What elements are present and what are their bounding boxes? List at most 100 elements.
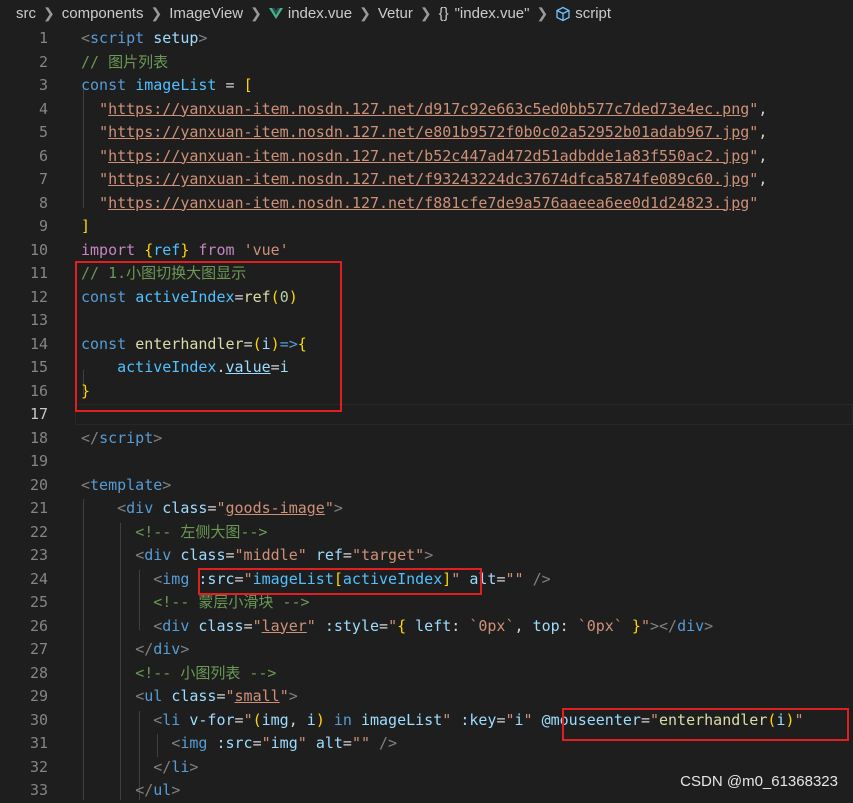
code-line[interactable]: 28 <!-- 小图列表 --> bbox=[0, 662, 853, 686]
code-line[interactable]: 8 "https://yanxuan-item.nosdn.127.net/f8… bbox=[0, 192, 853, 216]
breadcrumb-components[interactable]: components bbox=[62, 5, 144, 22]
code-token: > bbox=[288, 687, 298, 705]
code-line[interactable]: 4 "https://yanxuan-item.nosdn.127.net/d9… bbox=[0, 98, 853, 122]
code-text: const imageList = [ bbox=[81, 74, 253, 98]
breadcrumb-module[interactable]: "index.vue" bbox=[455, 5, 530, 22]
vue-file-icon bbox=[268, 8, 283, 19]
line-number: 32 bbox=[29, 757, 48, 776]
code-token: https://yanxuan-item.nosdn.127.net/e801b… bbox=[108, 123, 750, 141]
line-number: 30 bbox=[29, 710, 48, 729]
code-token: ref bbox=[315, 546, 343, 564]
breadcrumb-src[interactable]: src bbox=[16, 5, 36, 22]
code-editor[interactable]: 1 <script setup> 2// 图片列表 3 const imageList … bbox=[0, 27, 853, 800]
code-token: > bbox=[171, 781, 181, 799]
code-line[interactable]: 23 <div class="middle" ref="target"> bbox=[0, 544, 853, 568]
code-text: "https://yanxuan-item.nosdn.127.net/e801… bbox=[81, 121, 767, 145]
code-line[interactable]: 18 </script> bbox=[0, 427, 853, 451]
code-line[interactable]: 20 <template> bbox=[0, 474, 853, 498]
code-line[interactable]: 22 <!-- 左侧大图--> bbox=[0, 521, 853, 545]
code-token: < bbox=[153, 616, 163, 635]
code-token: } bbox=[631, 616, 641, 635]
line-number: 14 bbox=[29, 334, 48, 353]
code-token: ref bbox=[153, 240, 181, 259]
code-token: class bbox=[180, 546, 226, 564]
code-line[interactable]: 21 <div class="goods-image"> bbox=[0, 497, 853, 521]
code-line[interactable]: 6 "https://yanxuan-item.nosdn.127.net/b5… bbox=[0, 145, 853, 169]
line-number: 2 bbox=[38, 52, 48, 71]
code-token: 'vue' bbox=[243, 240, 289, 259]
code-token: < bbox=[153, 710, 163, 729]
code-token: ( bbox=[252, 710, 262, 729]
code-token: top bbox=[532, 616, 560, 635]
code-line[interactable]: 5 "https://yanxuan-item.nosdn.127.net/e8… bbox=[0, 121, 853, 145]
code-token: from bbox=[198, 240, 235, 259]
line-number: 7 bbox=[38, 170, 48, 188]
code-text: <div class="layer" :style="{ left: `0px`… bbox=[81, 615, 713, 639]
line-number: 23 bbox=[29, 546, 48, 564]
code-token: </ bbox=[153, 757, 172, 776]
line-number: 15 bbox=[29, 358, 48, 376]
line-number: 9 bbox=[38, 217, 48, 235]
code-token: ) bbox=[315, 710, 325, 729]
code-line[interactable]: 29 <ul class="small"> bbox=[0, 685, 853, 709]
code-token: { bbox=[144, 240, 154, 259]
code-text: <template> bbox=[81, 474, 171, 498]
code-token: https://yanxuan-item.nosdn.127.net/f881c… bbox=[108, 193, 750, 212]
code-token: = bbox=[234, 710, 244, 729]
code-token: small bbox=[234, 687, 280, 705]
breadcrumb: src ❯ components ❯ ImageView ❯ index.vue… bbox=[0, 0, 853, 27]
code-token: " bbox=[99, 193, 109, 212]
code-token: , bbox=[758, 146, 768, 165]
code-line[interactable]: 9] bbox=[0, 215, 853, 239]
code-token: ul bbox=[144, 687, 163, 705]
code-token: i bbox=[514, 710, 524, 729]
code-line[interactable]: 27 </div> bbox=[0, 638, 853, 662]
code-token: <!-- 蒙层小滑块 --> bbox=[153, 593, 310, 611]
code-line[interactable]: 26 <div class="layer" :style="{ left: `0… bbox=[0, 615, 853, 639]
code-line[interactable]: 2 // 图片列表 bbox=[0, 51, 853, 75]
line-number: 10 bbox=[29, 240, 48, 259]
line-number: 5 bbox=[38, 123, 48, 141]
code-token: " bbox=[252, 616, 262, 635]
breadcrumb-file[interactable]: index.vue bbox=[288, 5, 352, 22]
code-token: = bbox=[216, 76, 244, 94]
code-token: " bbox=[640, 616, 650, 635]
line-number: 1 bbox=[38, 29, 48, 47]
code-token: import bbox=[81, 240, 136, 259]
code-token: " bbox=[216, 499, 226, 517]
chevron-right-icon: ❯ bbox=[536, 5, 549, 21]
code-token: [ bbox=[243, 76, 253, 94]
braces-icon: {} bbox=[438, 5, 449, 22]
code-line[interactable]: 1 <script setup> bbox=[0, 27, 853, 51]
breadcrumb-imageview[interactable]: ImageView bbox=[169, 5, 243, 22]
code-token: div bbox=[162, 616, 190, 635]
code-token: > bbox=[180, 640, 190, 658]
breadcrumb-vetur[interactable]: Vetur bbox=[378, 5, 413, 22]
code-line[interactable]: 7 "https://yanxuan-item.nosdn.127.net/f9… bbox=[0, 168, 853, 192]
code-line[interactable]: 10 import {ref} from 'vue' bbox=[0, 239, 853, 263]
code-token: = bbox=[243, 616, 253, 635]
code-token: , bbox=[514, 616, 533, 635]
code-line[interactable]: 3 const imageList = [ bbox=[0, 74, 853, 98]
breadcrumb-script[interactable]: script bbox=[575, 5, 611, 22]
code-text: "https://yanxuan-item.nosdn.127.net/f932… bbox=[81, 168, 767, 192]
chevron-right-icon: ❯ bbox=[43, 5, 55, 21]
code-text: ] bbox=[81, 215, 90, 239]
code-line[interactable]: 19 bbox=[0, 450, 853, 474]
code-token: " bbox=[749, 123, 759, 141]
